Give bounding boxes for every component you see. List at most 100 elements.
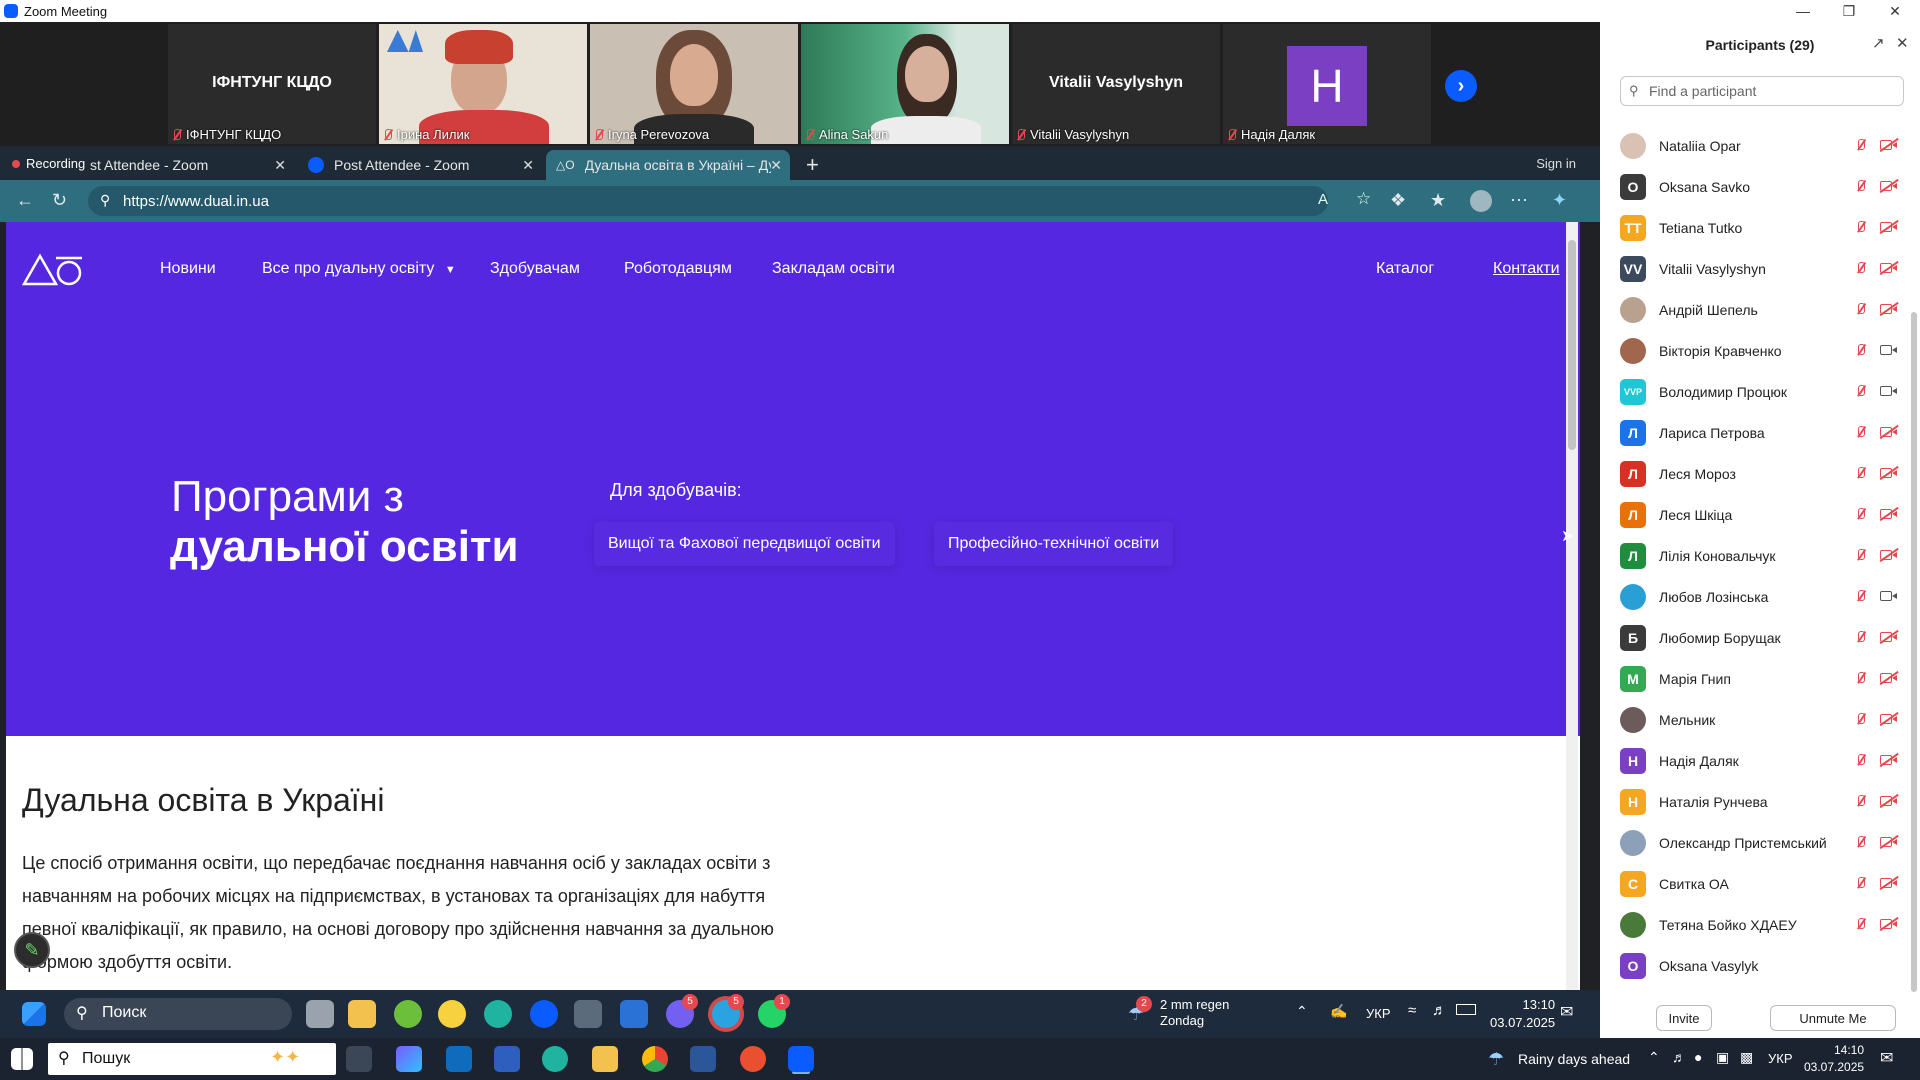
app-icon[interactable] [438,1000,466,1028]
invite-button[interactable]: Invite [1656,1005,1712,1031]
close-tab-icon[interactable]: ✕ [274,157,286,174]
volume-icon[interactable]: ♬ [1672,1049,1686,1065]
participant-row[interactable]: Л Лілія Коновальчук [1620,535,1906,576]
participant-row[interactable]: Андрій Шепель [1620,289,1906,330]
search-box[interactable]: ⚲ Поиск [64,998,292,1030]
nav-contacts[interactable]: Контакти [1493,260,1560,278]
participant-search-input[interactable]: ⚲ Find a participant [1620,76,1904,106]
network-icon[interactable]: ▩ [1740,1049,1753,1066]
favorite-star-icon[interactable]: ☆ [1356,189,1371,209]
restore-icon[interactable]: ❐ [1826,0,1872,22]
notifications-icon[interactable]: ✉ [1560,1002,1573,1022]
calculator-icon[interactable] [574,1000,602,1028]
program-vocational-button[interactable]: Професійно-технічної освіти [934,522,1173,566]
extensions-icon[interactable]: ❖ [1390,190,1406,211]
video-tile[interactable]: ІФНТУНГ КЦДО ІФНТУНГ КЦДО [168,24,376,144]
participant-row[interactable]: Н Наталія Рунчева [1620,781,1906,822]
nav-institutions[interactable]: Закладам освіти [772,260,895,278]
chrome-icon[interactable] [642,1046,668,1072]
microphone-icon[interactable]: ● [1694,1049,1702,1065]
read-aloud-icon[interactable]: A [1318,191,1328,208]
nav-students[interactable]: Здобувачам [490,260,580,278]
app-icon[interactable] [394,1000,422,1028]
battery-icon[interactable] [1456,1004,1476,1015]
outlook-icon[interactable] [446,1046,472,1072]
nav-catalog[interactable]: Каталог [1376,260,1434,278]
back-icon[interactable]: ← [16,190,34,211]
favorites-icon[interactable]: ★ [1430,190,1446,211]
minimize-icon[interactable]: — [1780,0,1826,22]
unmute-me-button[interactable]: Unmute Me [1770,1005,1896,1031]
zoom-app-icon[interactable] [530,1000,558,1028]
participant-row[interactable]: Вікторія Кравченко [1620,330,1906,371]
participant-row[interactable]: O Oksana Savko [1620,166,1906,207]
windows-start-icon[interactable] [22,1002,46,1026]
participant-row[interactable]: Б Любомир Борущак [1620,617,1906,658]
zoom-app-icon[interactable] [788,1046,814,1072]
scrollbar-thumb[interactable] [1568,240,1576,450]
url-input[interactable]: ⚲ https://www.dual.in.ua A ☆ [88,186,1371,216]
close-tab-icon[interactable]: ✕ [522,157,534,174]
participant-row[interactable]: Тетяна Бойко ХДАЕУ [1620,904,1906,945]
chevron-up-icon[interactable]: ⌃ [1296,1003,1308,1020]
new-tab-icon[interactable]: + [796,150,826,180]
participant-row[interactable]: VVP Володимир Процюк [1620,371,1906,412]
weather-widget[interactable]: 2 mm regen Zondag [1160,997,1229,1029]
file-explorer-icon[interactable] [592,1046,618,1072]
close-icon[interactable]: ✕ [1872,0,1918,22]
video-tile[interactable]: Ірина Лилик [379,24,587,144]
word-icon[interactable] [690,1046,716,1072]
pop-out-icon[interactable]: ↗ [1872,34,1885,52]
participant-row[interactable]: TT Tetiana Tutko [1620,207,1906,248]
more-options-icon[interactable]: ⋯ [1510,190,1528,211]
page-scrollbar[interactable] [1566,222,1578,990]
participant-row[interactable]: Л Леся Мороз [1620,453,1906,494]
tab-dual-education[interactable]: △O Дуальна освіта в Україні – Дуал ✕ [546,150,790,180]
camera-icon[interactable]: ▣ [1716,1049,1729,1066]
next-page-arrow-icon[interactable]: › [1445,70,1477,102]
annotate-pencil-icon[interactable]: ✎ [14,932,50,968]
participant-row[interactable]: Nataliia Opar [1620,125,1906,166]
close-panel-icon[interactable]: ✕ [1896,34,1909,52]
windows-start-icon[interactable] [11,1048,33,1070]
participant-row[interactable]: VV Vitalii Vasylyshyn [1620,248,1906,289]
edge-icon[interactable] [484,1000,512,1028]
participant-row[interactable]: Олександр Пристемський [1620,822,1906,863]
video-tile[interactable]: H Надія Даляк [1223,24,1431,144]
participant-row[interactable]: Н Надія Даляк [1620,740,1906,781]
scrollbar-thumb[interactable] [1911,312,1917,992]
sign-in-button[interactable]: Sign in [1536,156,1576,171]
nav-news[interactable]: Новини [160,260,216,278]
wifi-icon[interactable]: ≈ [1408,1002,1416,1019]
task-view-icon[interactable] [306,1000,334,1028]
refresh-icon[interactable]: ↻ [52,190,67,211]
clock[interactable]: 13:10 03.07.2025 [1490,996,1555,1032]
os-clock[interactable]: 14:10 03.07.2025 [1804,1042,1864,1076]
participant-row[interactable]: М Марія Гнип [1620,658,1906,699]
os-weather[interactable]: Rainy days ahead [1518,1051,1630,1067]
site-logo-icon[interactable] [22,252,86,286]
store-icon[interactable] [494,1046,520,1072]
os-search-box[interactable]: ⚲ Пошук ✦✦ [48,1043,336,1075]
task-view-icon[interactable] [346,1046,372,1072]
language-indicator[interactable]: УКР [1366,1006,1391,1021]
participant-row[interactable]: Л Лариса Петрова [1620,412,1906,453]
copilot-app-icon[interactable] [396,1046,422,1072]
volume-icon[interactable]: ♬ [1432,1002,1447,1019]
panel-scrollbar[interactable] [1910,112,1918,1012]
program-higher-education-button[interactable]: Вищої та Фахової передвищої освіти [594,522,895,566]
chevron-up-icon[interactable]: ⌃ [1648,1049,1660,1066]
copilot-icon[interactable]: ✦ [1552,190,1567,211]
store-icon[interactable] [620,1000,648,1028]
participant-row[interactable]: O Oksana Vasylyk [1620,945,1906,986]
participant-row[interactable]: С Свитка ОА [1620,863,1906,904]
participant-row[interactable]: Любов Лозінська [1620,576,1906,617]
video-tile[interactable]: Iryna Perevozova [590,24,798,144]
participant-row[interactable]: Л Леся Шкіца [1620,494,1906,535]
file-explorer-icon[interactable] [348,1000,376,1028]
nav-employers[interactable]: Роботодавцям [624,260,732,278]
brave-icon[interactable] [740,1046,766,1072]
video-tile[interactable]: Vitalii Vasylyshyn Vitalii Vasylyshyn [1012,24,1220,144]
close-tab-icon[interactable]: ✕ [770,157,782,174]
notifications-icon[interactable]: ✉ [1880,1048,1893,1068]
